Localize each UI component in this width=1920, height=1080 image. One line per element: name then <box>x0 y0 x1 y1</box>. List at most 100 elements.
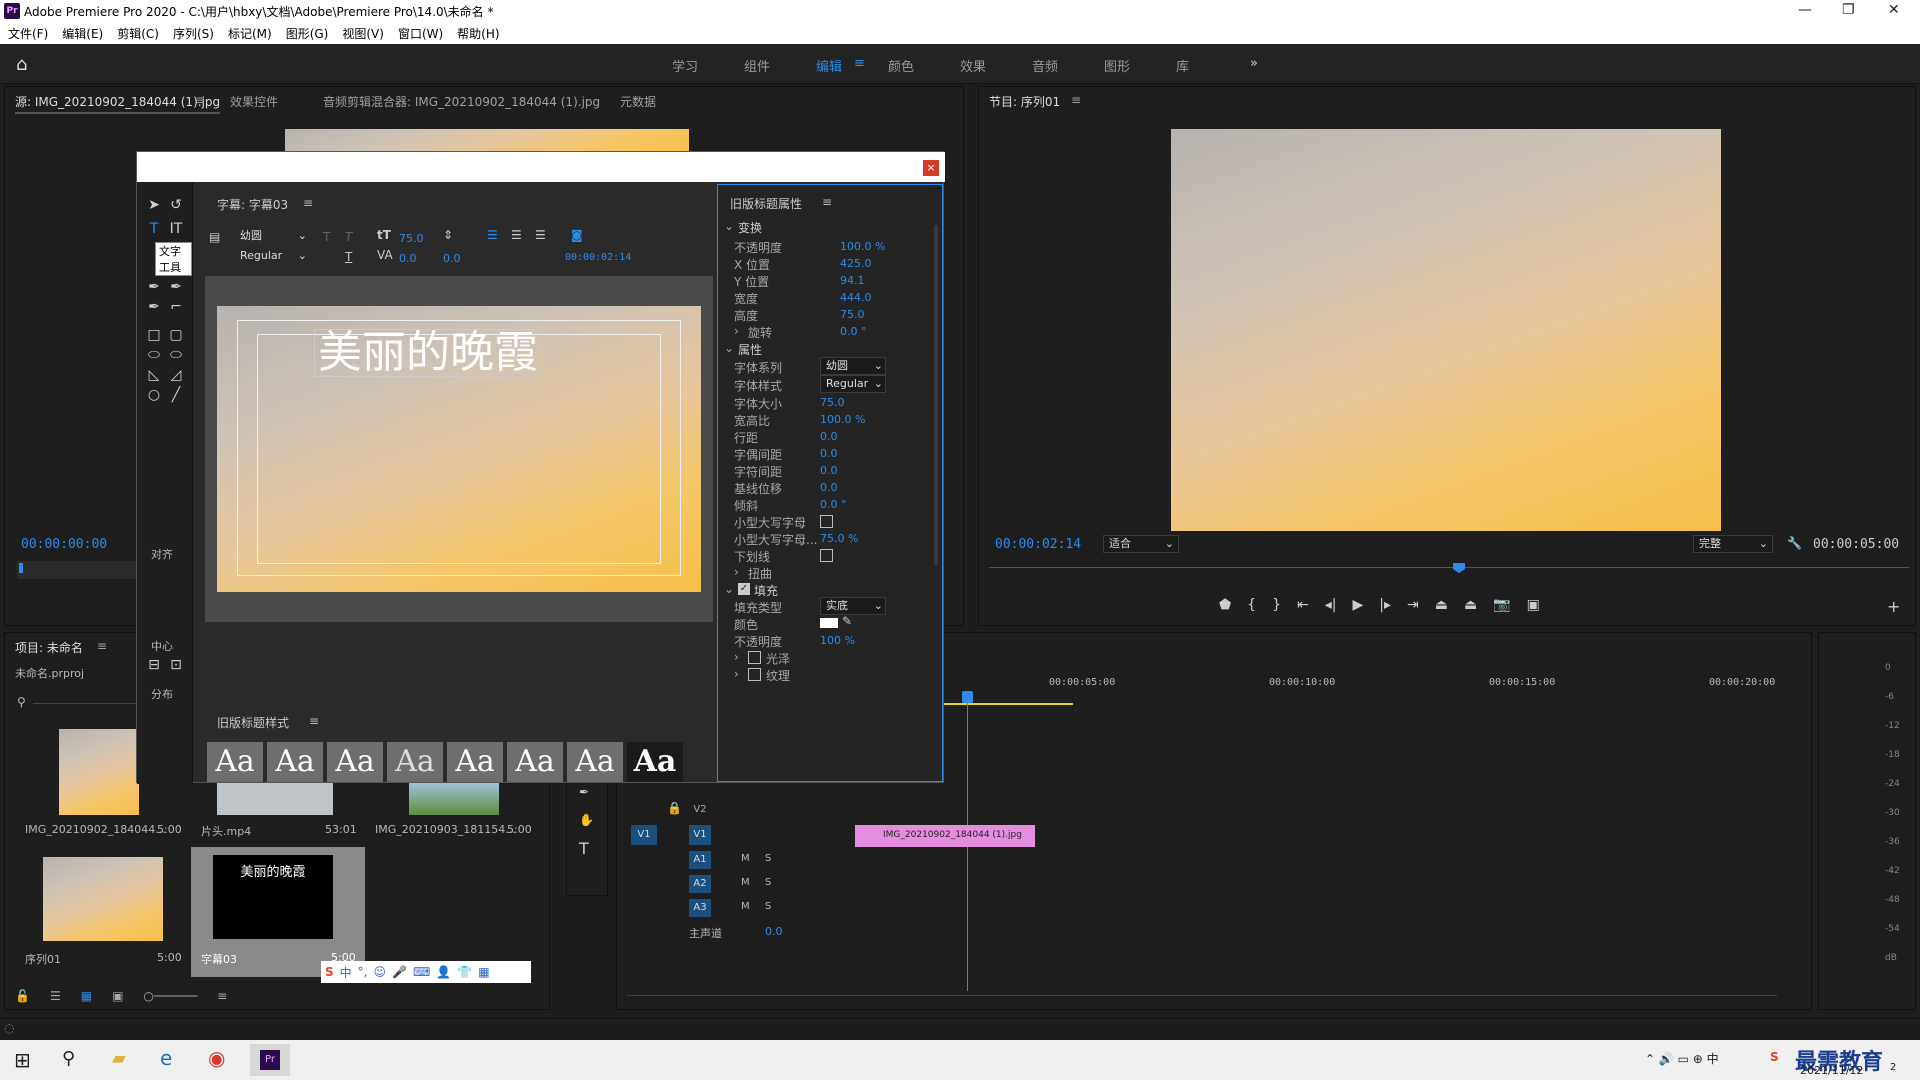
properties-menu-icon[interactable]: ≡ <box>822 195 832 209</box>
new-title-icon[interactable]: ▤ <box>209 230 220 244</box>
fill-checkbox[interactable]: ✓ <box>738 583 750 595</box>
fill-color-swatch[interactable] <box>820 618 838 628</box>
workspace-audio[interactable]: 音频 <box>1032 56 1058 75</box>
source-timecode[interactable]: 00:00:00:00 <box>21 537 107 552</box>
ime-voice-icon[interactable]: 🎤 <box>392 965 407 979</box>
icon-view-icon[interactable]: ▦ <box>81 989 92 1005</box>
track-label-a1[interactable]: A1 <box>689 851 711 869</box>
eyedropper-icon[interactable]: ✎ <box>842 614 852 628</box>
italic-icon[interactable]: T <box>345 230 352 244</box>
chevron-right-icon[interactable]: › <box>734 667 739 681</box>
track-label-v1[interactable]: V1 <box>689 825 711 845</box>
ime-user-icon[interactable]: 👤 <box>436 965 451 979</box>
track-label-a2[interactable]: A2 <box>689 875 711 893</box>
pen-tool-icon[interactable]: ✒ <box>145 278 163 296</box>
transform-section[interactable]: 变换 <box>738 219 762 236</box>
title-timecode[interactable]: 00:00:02:14 <box>565 252 631 263</box>
align-center-icon[interactable]: ☰ <box>511 228 522 242</box>
ellipse-tool-icon[interactable]: ○ <box>145 386 163 404</box>
workspace-learn[interactable]: 学习 <box>672 56 698 75</box>
chevron-right-icon[interactable]: › <box>734 565 739 579</box>
properties-scrollbar[interactable] <box>934 225 938 565</box>
program-menu-icon[interactable]: ≡ <box>1071 93 1081 107</box>
delete-anchor-icon[interactable]: ✒ <box>145 298 163 316</box>
small-caps-checkbox[interactable] <box>820 515 833 528</box>
font-size-value[interactable]: 75.0 <box>399 232 424 245</box>
selection-tool-icon[interactable]: ➤ <box>145 196 163 214</box>
step-back-icon[interactable]: ◂| <box>1325 597 1337 617</box>
workspace-graphics[interactable]: 图形 <box>1104 56 1130 75</box>
menu-edit[interactable]: 编辑(E) <box>62 25 103 42</box>
mark-out-icon[interactable]: } <box>1272 597 1281 617</box>
source-patch-v1[interactable]: V1 <box>631 825 657 845</box>
search-input[interactable] <box>33 703 153 704</box>
center-vertical-icon[interactable]: ⊡ <box>167 656 185 674</box>
prop-value[interactable]: 100 % <box>820 634 855 647</box>
style-swatch[interactable]: Aa <box>387 742 443 782</box>
menu-marker[interactable]: 标记(M) <box>228 25 272 42</box>
rounded-rect-tool-icon[interactable]: ▢ <box>167 326 185 344</box>
workspace-menu-icon[interactable]: ≡ <box>854 56 865 71</box>
edge-browser-icon[interactable]: e <box>160 1046 172 1070</box>
search-icon[interactable]: ⚲ <box>62 1048 75 1069</box>
source-playhead[interactable] <box>19 563 23 573</box>
kerning-value[interactable]: 0.0 <box>399 252 417 265</box>
underline-checkbox[interactable] <box>820 549 833 562</box>
title-tab-menu-icon[interactable]: ≡ <box>303 196 313 210</box>
fill-section[interactable]: 填充 <box>754 582 778 599</box>
step-forward-icon[interactable]: |▸ <box>1379 597 1391 617</box>
chevron-down-icon[interactable]: ⌄ <box>724 219 734 233</box>
search-icon[interactable]: ⚲ <box>17 695 26 709</box>
wrench-icon[interactable]: 🔧 <box>1787 536 1802 550</box>
go-to-in-icon[interactable]: ⇤ <box>1297 597 1309 617</box>
lift-icon[interactable]: ⏏ <box>1435 597 1448 617</box>
project-thumb-img2[interactable] <box>409 783 499 815</box>
minimize-button[interactable]: — <box>1798 2 1812 18</box>
workspace-assembly[interactable]: 组件 <box>744 56 770 75</box>
clipped-rect-tool-icon[interactable]: ⬭ <box>145 346 163 364</box>
prop-font-family-dropdown[interactable]: 幼圆 ⌄ <box>820 357 886 375</box>
font-style-dropdown[interactable]: Regular ⌄ <box>235 248 307 266</box>
tab-audio-clip-mixer[interactable]: 音频剪辑混合器: IMG_20210902_184044 (1).jpg <box>323 93 600 110</box>
prop-value[interactable]: 75.0 <box>820 396 845 409</box>
prop-value[interactable]: 100.0 % <box>820 413 865 426</box>
prop-value[interactable]: 425.0 <box>840 257 872 270</box>
lock-icon[interactable]: 🔒 <box>667 801 685 819</box>
compare-icon[interactable]: ▣ <box>1527 597 1540 617</box>
timeline-clip[interactable]: IMG_20210902_184044 (1).jpg <box>855 825 1035 847</box>
prop-value[interactable]: 0.0 ° <box>840 325 867 338</box>
line-tool-icon[interactable]: ╱ <box>167 386 185 404</box>
program-playhead[interactable] <box>1453 563 1465 573</box>
project-thumb-video[interactable] <box>217 783 333 815</box>
texture-checkbox[interactable] <box>748 668 761 681</box>
sogou-tray-icon[interactable]: S <box>1770 1050 1779 1064</box>
center-horizontal-icon[interactable]: ⊟ <box>145 656 163 674</box>
arc-tool-icon[interactable]: ◿ <box>167 366 185 384</box>
convert-anchor-icon[interactable]: ⌐ <box>167 298 185 316</box>
sogou-logo-icon[interactable]: S <box>325 965 334 979</box>
align-right-icon[interactable]: ☰ <box>535 228 546 242</box>
mute-button[interactable]: M <box>741 853 750 864</box>
tab-source[interactable]: 源: IMG_20210902_184044 (1).jpg <box>15 93 221 114</box>
prop-value[interactable]: 94.1 <box>840 274 865 287</box>
bold-icon[interactable]: T <box>323 230 330 244</box>
rectangle-tool-icon[interactable]: □ <box>145 326 163 344</box>
project-thumb-img1[interactable] <box>59 729 139 815</box>
track-label-v2[interactable]: V2 <box>689 801 711 819</box>
master-track-value[interactable]: 0.0 <box>765 925 783 938</box>
notification-badge[interactable]: 2 <box>1890 1062 1896 1073</box>
tab-program[interactable]: 节目: 序列01 <box>989 93 1060 110</box>
menu-view[interactable]: 视图(V) <box>342 25 384 42</box>
ime-tools-icon[interactable]: ▦ <box>478 965 489 979</box>
tab-menu-icon[interactable]: ≡ <box>195 93 205 107</box>
rounded-corner-tool-icon[interactable]: ⬭ <box>167 346 185 364</box>
prop-value[interactable]: 100.0 % <box>840 240 885 253</box>
style-swatch[interactable]: Aa <box>507 742 563 782</box>
hand-tool-icon[interactable]: ✋ <box>579 813 594 827</box>
style-swatch[interactable]: Aa <box>267 742 323 782</box>
styles-menu-icon[interactable]: ≡ <box>309 714 319 728</box>
add-button-icon[interactable]: + <box>1887 597 1900 616</box>
menu-graphics[interactable]: 图形(G) <box>286 25 329 42</box>
extract-icon[interactable]: ⏏ <box>1464 597 1477 617</box>
prop-font-style-dropdown[interactable]: Regular ⌄ <box>820 375 886 393</box>
